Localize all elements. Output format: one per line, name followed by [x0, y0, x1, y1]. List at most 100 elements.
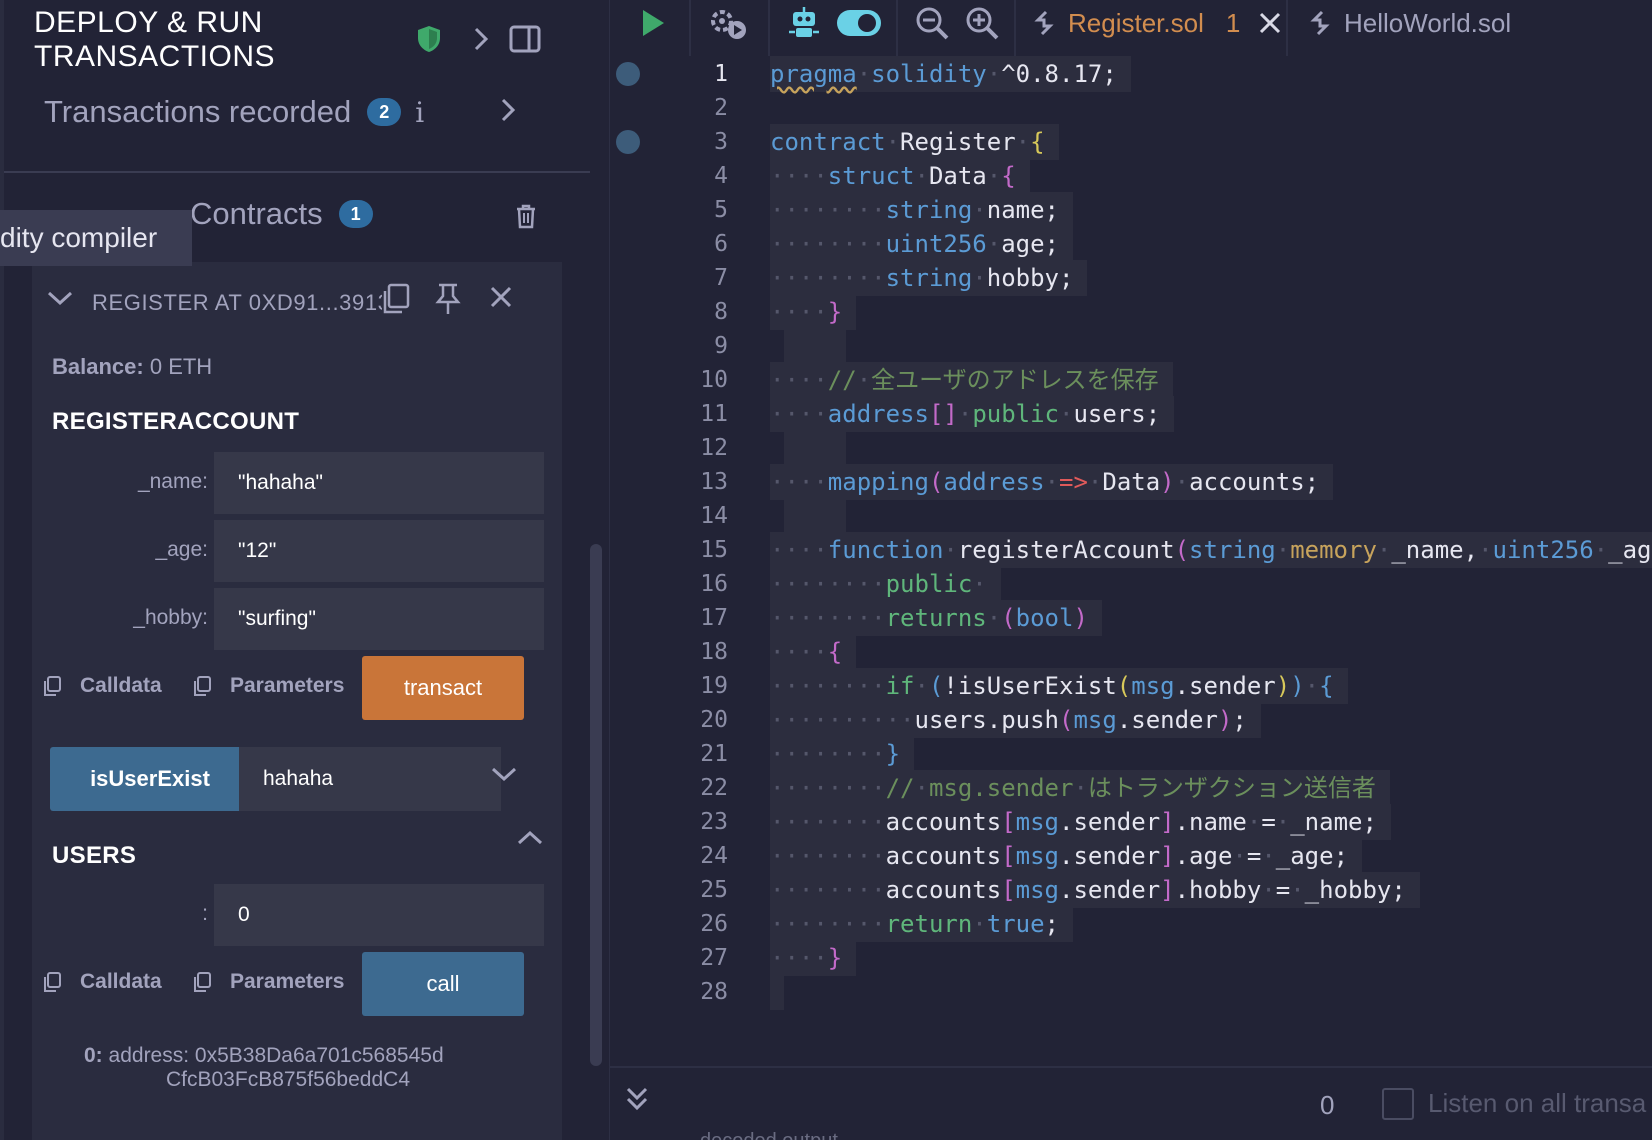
parameters-copy-button[interactable]: Parameters	[192, 674, 344, 698]
instance-header: REGISTER AT 0XD91...3913	[32, 278, 562, 324]
call-button[interactable]: call	[362, 952, 524, 1016]
calldata-copy-button[interactable]: Calldata	[42, 674, 162, 698]
code-text: ····}	[770, 294, 857, 330]
param-age-input[interactable]: "12"	[214, 520, 544, 582]
line-number: 1	[714, 61, 728, 87]
settings-play-icon[interactable]	[706, 4, 750, 42]
tab-label: Register.sol	[1068, 7, 1204, 38]
users-index-label: :	[202, 902, 208, 925]
calldata-label: Calldata	[80, 970, 162, 993]
chevron-down-icon[interactable]	[46, 288, 74, 308]
tab-register-sol[interactable]: Register.sol 1	[1034, 0, 1282, 46]
code-line: 3 contract·Register·{	[610, 124, 1652, 160]
parameters-label: Parameters	[230, 970, 345, 993]
code-line: 11 ····address[]·public·users;	[610, 396, 1652, 432]
close-icon[interactable]	[1258, 11, 1282, 35]
toolbar-separator	[896, 0, 898, 56]
line-number: 28	[700, 979, 728, 1005]
line-number: 17	[700, 605, 728, 631]
code-line: 21 ········}	[610, 736, 1652, 772]
listen-all-checkbox[interactable]	[1382, 1088, 1414, 1120]
robot-icon[interactable]	[786, 4, 822, 42]
code-text	[784, 430, 846, 466]
chevron-right-icon[interactable]	[464, 22, 498, 56]
calldata-copy-button[interactable]: Calldata	[42, 970, 162, 994]
code-editor[interactable]: 1 pragma·solidity·^0.8.17; 2 3 contract·…	[610, 56, 1652, 1062]
tab-error-count: 1	[1225, 7, 1241, 38]
deployed-contract-instance: REGISTER AT 0XD91...3913 Balance: 0 ETH …	[32, 262, 562, 1140]
listen-all-label: Listen on all transa	[1428, 1088, 1647, 1118]
tab-helloworld-sol[interactable]: HelloWorld.sol	[1310, 0, 1511, 46]
line-number: 24	[700, 843, 728, 869]
chevron-down-icon[interactable]	[490, 764, 518, 784]
tooltip-text: dity compiler	[0, 222, 158, 253]
code-line: 6 ········uint256·age;	[610, 226, 1652, 262]
code-line: 13 ····mapping(address·=>·Data)·accounts…	[610, 464, 1652, 500]
transact-button[interactable]: transact	[362, 656, 524, 720]
code-text: ········//·msg.sender·はトランザクション送信者	[770, 770, 1390, 806]
param-hobby-label: _hobby:	[133, 606, 208, 629]
line-number: 12	[700, 435, 728, 461]
zoom-in-icon[interactable]	[964, 4, 1000, 42]
info-icon[interactable]: i	[415, 96, 424, 129]
toolbar-separator	[689, 0, 691, 56]
param-name-label: _name:	[137, 470, 208, 493]
panel-toggle-icon[interactable]	[508, 22, 542, 56]
panel-title: DEPLOY & RUN TRANSACTIONS	[34, 6, 276, 73]
toolbar-separator	[768, 0, 770, 56]
code-line: 17 ········returns·(bool)	[610, 600, 1652, 636]
chevron-up-icon[interactable]	[516, 828, 544, 853]
is-user-exist-button[interactable]: isUserExist	[50, 747, 250, 811]
users-index-input[interactable]: 0	[214, 884, 544, 946]
code-line: 18 ····{	[610, 634, 1652, 670]
pin-icon[interactable]	[434, 282, 462, 316]
code-text: ········string·name;	[770, 192, 1073, 228]
code-line: 28	[610, 974, 1652, 1010]
call-output: 0: address: 0x5B38Da6a701c568545d CfcB03…	[84, 1044, 524, 1092]
play-icon[interactable]	[636, 4, 670, 42]
param-hobby-input[interactable]: "surfing"	[214, 588, 544, 650]
chevron-right-icon[interactable]	[498, 95, 518, 130]
tab-separator	[1286, 0, 1288, 56]
line-number: 23	[700, 809, 728, 835]
shield-check-icon[interactable]	[412, 22, 446, 56]
transactions-recorded-row[interactable]: Transactions recorded 2 i	[44, 90, 564, 134]
param-name-input[interactable]: "hahaha"	[214, 452, 544, 514]
param-age-label: _age:	[155, 538, 208, 561]
line-number: 14	[700, 503, 728, 529]
output-line-2: CfcB03FcB875f56beddC4	[166, 1068, 410, 1091]
trash-icon[interactable]	[514, 202, 538, 235]
line-number: 26	[700, 911, 728, 937]
copy-icon[interactable]	[380, 282, 412, 316]
line-number: 2	[714, 95, 728, 121]
code-line: 12	[610, 430, 1652, 466]
editor-panel: Register.sol 1 HelloWorld.sol 1 pragma·s…	[610, 0, 1652, 1140]
breakpoint-marker[interactable]	[616, 130, 640, 154]
line-number: 18	[700, 639, 728, 665]
code-line: 14	[610, 498, 1652, 534]
copy-icon	[194, 972, 211, 992]
zoom-out-icon[interactable]	[914, 4, 950, 42]
line-number: 11	[700, 401, 728, 427]
code-line: 20 ··········users.push(msg.sender);	[610, 702, 1652, 738]
code-line: 4 ····struct·Data·{	[610, 158, 1652, 194]
copy-icon	[44, 676, 61, 696]
breakpoint-marker[interactable]	[616, 62, 640, 86]
copy-icon	[194, 676, 211, 696]
panel-scrollbar[interactable]	[590, 544, 602, 1066]
line-number: 16	[700, 571, 728, 597]
is-user-exist-input[interactable]: hahaha	[239, 747, 501, 811]
line-number: 20	[700, 707, 728, 733]
code-text	[770, 974, 784, 1010]
code-line: 19 ········if·(!isUserExist(msg.sender))…	[610, 668, 1652, 704]
double-chevron-down-icon[interactable]	[624, 1084, 650, 1114]
parameters-copy-button[interactable]: Parameters	[192, 970, 344, 994]
close-icon[interactable]	[488, 284, 514, 310]
users-title: USERS	[52, 842, 137, 869]
line-number: 5	[714, 197, 728, 223]
line-number: 4	[714, 163, 728, 189]
section-divider	[4, 171, 590, 173]
calldata-label: Calldata	[80, 674, 162, 697]
toggle-icon[interactable]	[836, 4, 882, 42]
code-line: 1 pragma·solidity·^0.8.17;	[610, 56, 1652, 92]
